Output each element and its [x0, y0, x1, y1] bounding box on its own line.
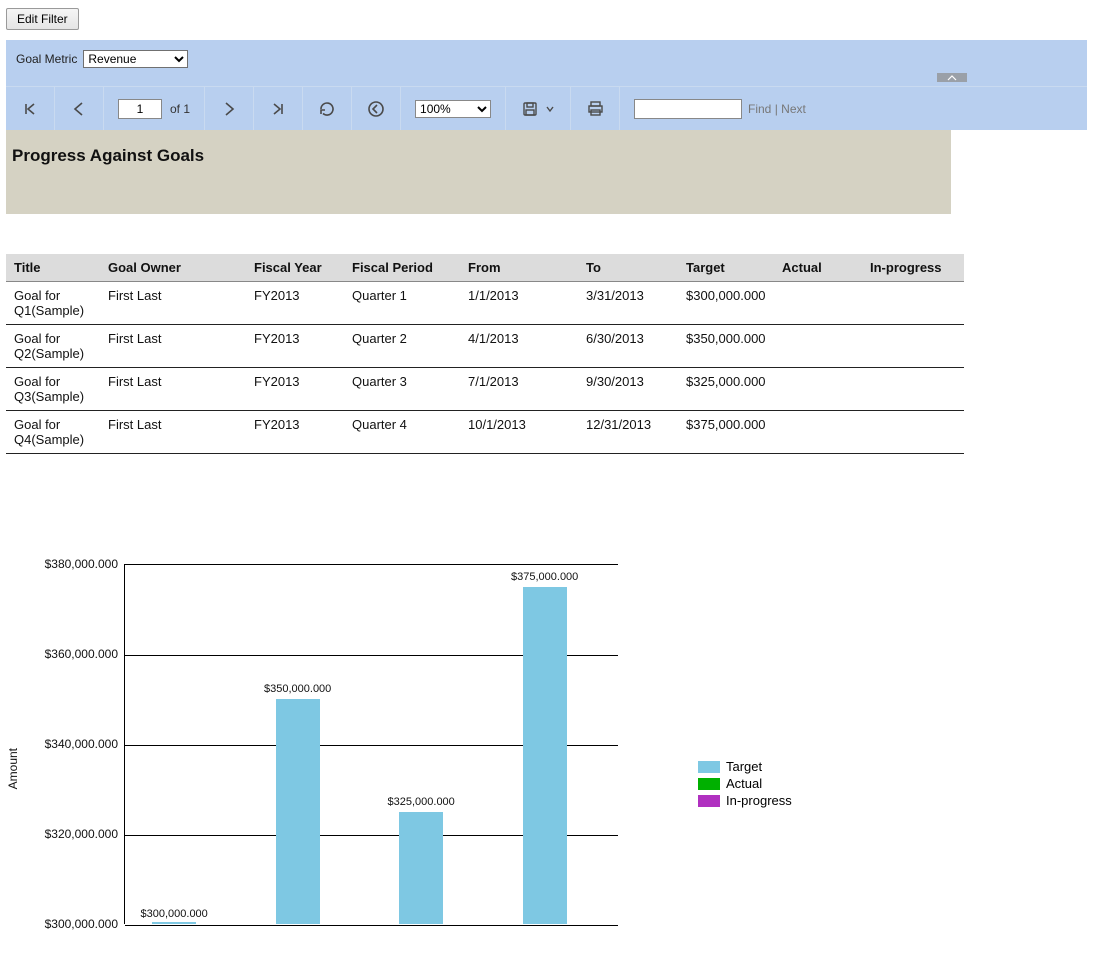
- bar-target: [276, 699, 320, 924]
- cell-fp: Quarter 3: [344, 368, 460, 411]
- chart: Amount $380,000.000$360,000.000$340,000.…: [6, 564, 1087, 934]
- cell-from: 7/1/2013: [460, 368, 578, 411]
- cell-fy: FY2013: [246, 368, 344, 411]
- prev-page-icon[interactable]: [69, 99, 89, 119]
- y-tick: $360,000.000: [45, 647, 118, 661]
- table-row: Goal for Q2(Sample)First LastFY2013Quart…: [6, 325, 964, 368]
- cell-inprog: [862, 325, 964, 368]
- cell-target: $350,000.000: [678, 325, 774, 368]
- cell-inprog: [862, 282, 964, 325]
- report-title: Progress Against Goals: [12, 146, 941, 166]
- col-fy: Fiscal Year: [246, 254, 344, 282]
- page-number-input[interactable]: [118, 99, 162, 119]
- cell-from: 1/1/2013: [460, 282, 578, 325]
- cell-from: 4/1/2013: [460, 325, 578, 368]
- cell-actual: [774, 368, 862, 411]
- bar-target: [523, 587, 567, 925]
- col-title: Title: [6, 254, 100, 282]
- find-links: Find | Next: [748, 102, 806, 116]
- cell-fp: Quarter 1: [344, 282, 460, 325]
- report-toolbar: of 1 100%: [6, 86, 1087, 130]
- next-link[interactable]: Next: [781, 102, 806, 116]
- bar-label: $375,000.000: [511, 571, 578, 583]
- find-input[interactable]: [634, 99, 742, 119]
- save-icon[interactable]: [520, 99, 540, 119]
- refresh-icon[interactable]: [317, 99, 337, 119]
- edit-filter-button[interactable]: Edit Filter: [6, 8, 79, 30]
- cell-owner: First Last: [100, 368, 246, 411]
- bar-label: $300,000.000: [141, 908, 208, 920]
- cell-inprog: [862, 368, 964, 411]
- first-page-icon[interactable]: [20, 99, 40, 119]
- cell-inprog: [862, 411, 964, 454]
- table-row: Goal for Q1(Sample)First LastFY2013Quart…: [6, 282, 964, 325]
- goal-metric-label: Goal Metric: [16, 52, 77, 66]
- col-inprog: In-progress: [862, 254, 964, 282]
- last-page-icon[interactable]: [268, 99, 288, 119]
- cell-to: 9/30/2013: [578, 368, 678, 411]
- y-tick: $320,000.000: [45, 827, 118, 841]
- bar-target: [399, 812, 443, 925]
- cell-target: $325,000.000: [678, 368, 774, 411]
- cell-owner: First Last: [100, 282, 246, 325]
- bar-target: [152, 922, 196, 924]
- col-to: To: [578, 254, 678, 282]
- cell-title: Goal for Q1(Sample): [6, 282, 100, 325]
- table-row: Goal for Q4(Sample)First LastFY2013Quart…: [6, 411, 964, 454]
- zoom-select[interactable]: 100%: [415, 100, 491, 118]
- filter-bar: Goal Metric Revenue: [6, 40, 1087, 78]
- bar-label: $325,000.000: [388, 796, 455, 808]
- cell-target: $300,000.000: [678, 282, 774, 325]
- cell-fy: FY2013: [246, 411, 344, 454]
- cell-fp: Quarter 4: [344, 411, 460, 454]
- legend-target: Target: [698, 759, 792, 774]
- cell-owner: First Last: [100, 325, 246, 368]
- next-page-icon[interactable]: [219, 99, 239, 119]
- print-icon[interactable]: [585, 99, 605, 119]
- cell-to: 6/30/2013: [578, 325, 678, 368]
- save-dropdown-icon[interactable]: [544, 99, 556, 119]
- y-tick: $340,000.000: [45, 737, 118, 751]
- cell-actual: [774, 325, 862, 368]
- col-actual: Actual: [774, 254, 862, 282]
- legend: Target Actual In-progress: [698, 759, 792, 810]
- report-header: Progress Against Goals: [6, 130, 951, 214]
- cell-title: Goal for Q3(Sample): [6, 368, 100, 411]
- cell-owner: First Last: [100, 411, 246, 454]
- back-icon[interactable]: [366, 99, 386, 119]
- goals-table: Title Goal Owner Fiscal Year Fiscal Peri…: [6, 254, 964, 454]
- cell-actual: [774, 282, 862, 325]
- cell-target: $375,000.000: [678, 411, 774, 454]
- page-of-text: of 1: [170, 102, 190, 116]
- cell-to: 12/31/2013: [578, 411, 678, 454]
- goal-metric-select[interactable]: Revenue: [83, 50, 188, 68]
- find-link[interactable]: Find: [748, 102, 771, 116]
- cell-title: Goal for Q2(Sample): [6, 325, 100, 368]
- table-row: Goal for Q3(Sample)First LastFY2013Quart…: [6, 368, 964, 411]
- cell-fy: FY2013: [246, 325, 344, 368]
- bar-label: $350,000.000: [264, 683, 331, 695]
- y-axis-label: Amount: [6, 708, 20, 789]
- col-fp: Fiscal Period: [344, 254, 460, 282]
- y-tick: $380,000.000: [45, 557, 118, 571]
- collapse-handle[interactable]: [937, 73, 967, 82]
- cell-fy: FY2013: [246, 282, 344, 325]
- col-from: From: [460, 254, 578, 282]
- cell-actual: [774, 411, 862, 454]
- collapse-strip: [6, 78, 1087, 86]
- cell-from: 10/1/2013: [460, 411, 578, 454]
- legend-inprog: In-progress: [698, 793, 792, 808]
- col-target: Target: [678, 254, 774, 282]
- cell-title: Goal for Q4(Sample): [6, 411, 100, 454]
- cell-to: 3/31/2013: [578, 282, 678, 325]
- legend-actual: Actual: [698, 776, 792, 791]
- col-owner: Goal Owner: [100, 254, 246, 282]
- y-tick: $300,000.000: [45, 917, 118, 931]
- cell-fp: Quarter 2: [344, 325, 460, 368]
